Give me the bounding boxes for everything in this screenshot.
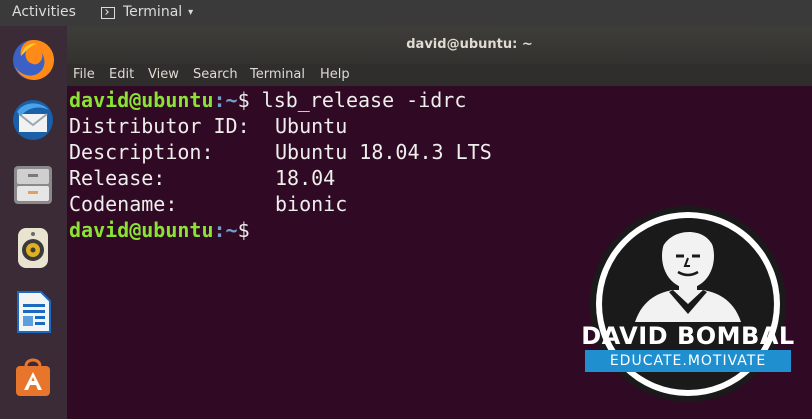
command-line: david@ubuntu:~$ lsb_release -idrc bbox=[69, 87, 466, 113]
app-menu-label: Terminal bbox=[123, 4, 183, 20]
prompt-user: david@ubuntu bbox=[69, 218, 214, 242]
logo-emblem-icon bbox=[590, 206, 786, 402]
terminal-icon bbox=[101, 7, 115, 19]
menu-terminal[interactable]: Terminal bbox=[250, 67, 305, 82]
firefox-icon[interactable] bbox=[9, 36, 57, 84]
top-panel: Activities Terminal ▾ bbox=[0, 0, 812, 26]
libreoffice-writer-icon[interactable] bbox=[9, 288, 57, 336]
command-text: lsb_release -idrc bbox=[249, 88, 467, 112]
output-value: 18.04 bbox=[275, 166, 336, 190]
menu-help[interactable]: Help bbox=[320, 67, 350, 82]
prompt-path: :~ bbox=[213, 88, 238, 112]
logo-tagline: EDUCATE.MOTIVATE bbox=[585, 350, 791, 372]
output-row: Codename: bbox=[69, 191, 177, 217]
prompt-user: david@ubuntu bbox=[69, 88, 214, 112]
activities-button[interactable]: Activities bbox=[12, 4, 76, 20]
output-label: Distributor ID: bbox=[69, 114, 250, 138]
window-titlebar[interactable]: david@ubuntu: ~ bbox=[67, 26, 812, 64]
files-icon[interactable] bbox=[9, 160, 57, 208]
menu-view[interactable]: View bbox=[148, 67, 179, 82]
output-row: Distributor ID: bbox=[69, 113, 250, 139]
output-label: Release: bbox=[69, 166, 166, 190]
output-value: bionic bbox=[275, 192, 348, 216]
software-center-icon[interactable] bbox=[9, 352, 57, 400]
output-label: Description: bbox=[69, 140, 214, 164]
window-title: david@ubuntu: ~ bbox=[406, 37, 533, 52]
chevron-down-icon: ▾ bbox=[188, 6, 194, 18]
menu-search[interactable]: Search bbox=[193, 67, 238, 82]
output-value: Ubuntu bbox=[275, 114, 348, 138]
output-value: Ubuntu 18.04.3 LTS bbox=[275, 140, 492, 164]
thunderbird-icon[interactable] bbox=[9, 96, 57, 144]
prompt-line: david@ubuntu:~$ bbox=[69, 217, 250, 243]
output-label: Codename: bbox=[69, 192, 178, 216]
app-menu[interactable]: Terminal ▾ bbox=[101, 4, 193, 20]
prompt-symbol: $ bbox=[237, 88, 250, 112]
output-row: Release: bbox=[69, 165, 165, 191]
rhythmbox-icon[interactable] bbox=[9, 224, 57, 272]
david-bombal-logo: DAVID BOMBAL EDUCATE.MOTIVATE bbox=[573, 200, 803, 410]
menu-edit[interactable]: Edit bbox=[109, 67, 134, 82]
prompt-path: :~ bbox=[213, 218, 238, 242]
menu-bar: File Edit View Search Terminal Help bbox=[67, 64, 812, 86]
logo-name: DAVID BOMBAL bbox=[581, 322, 795, 350]
menu-file[interactable]: File bbox=[73, 67, 95, 82]
dock bbox=[0, 26, 67, 419]
output-row: Description: bbox=[69, 139, 214, 165]
prompt-symbol: $ bbox=[237, 218, 250, 242]
